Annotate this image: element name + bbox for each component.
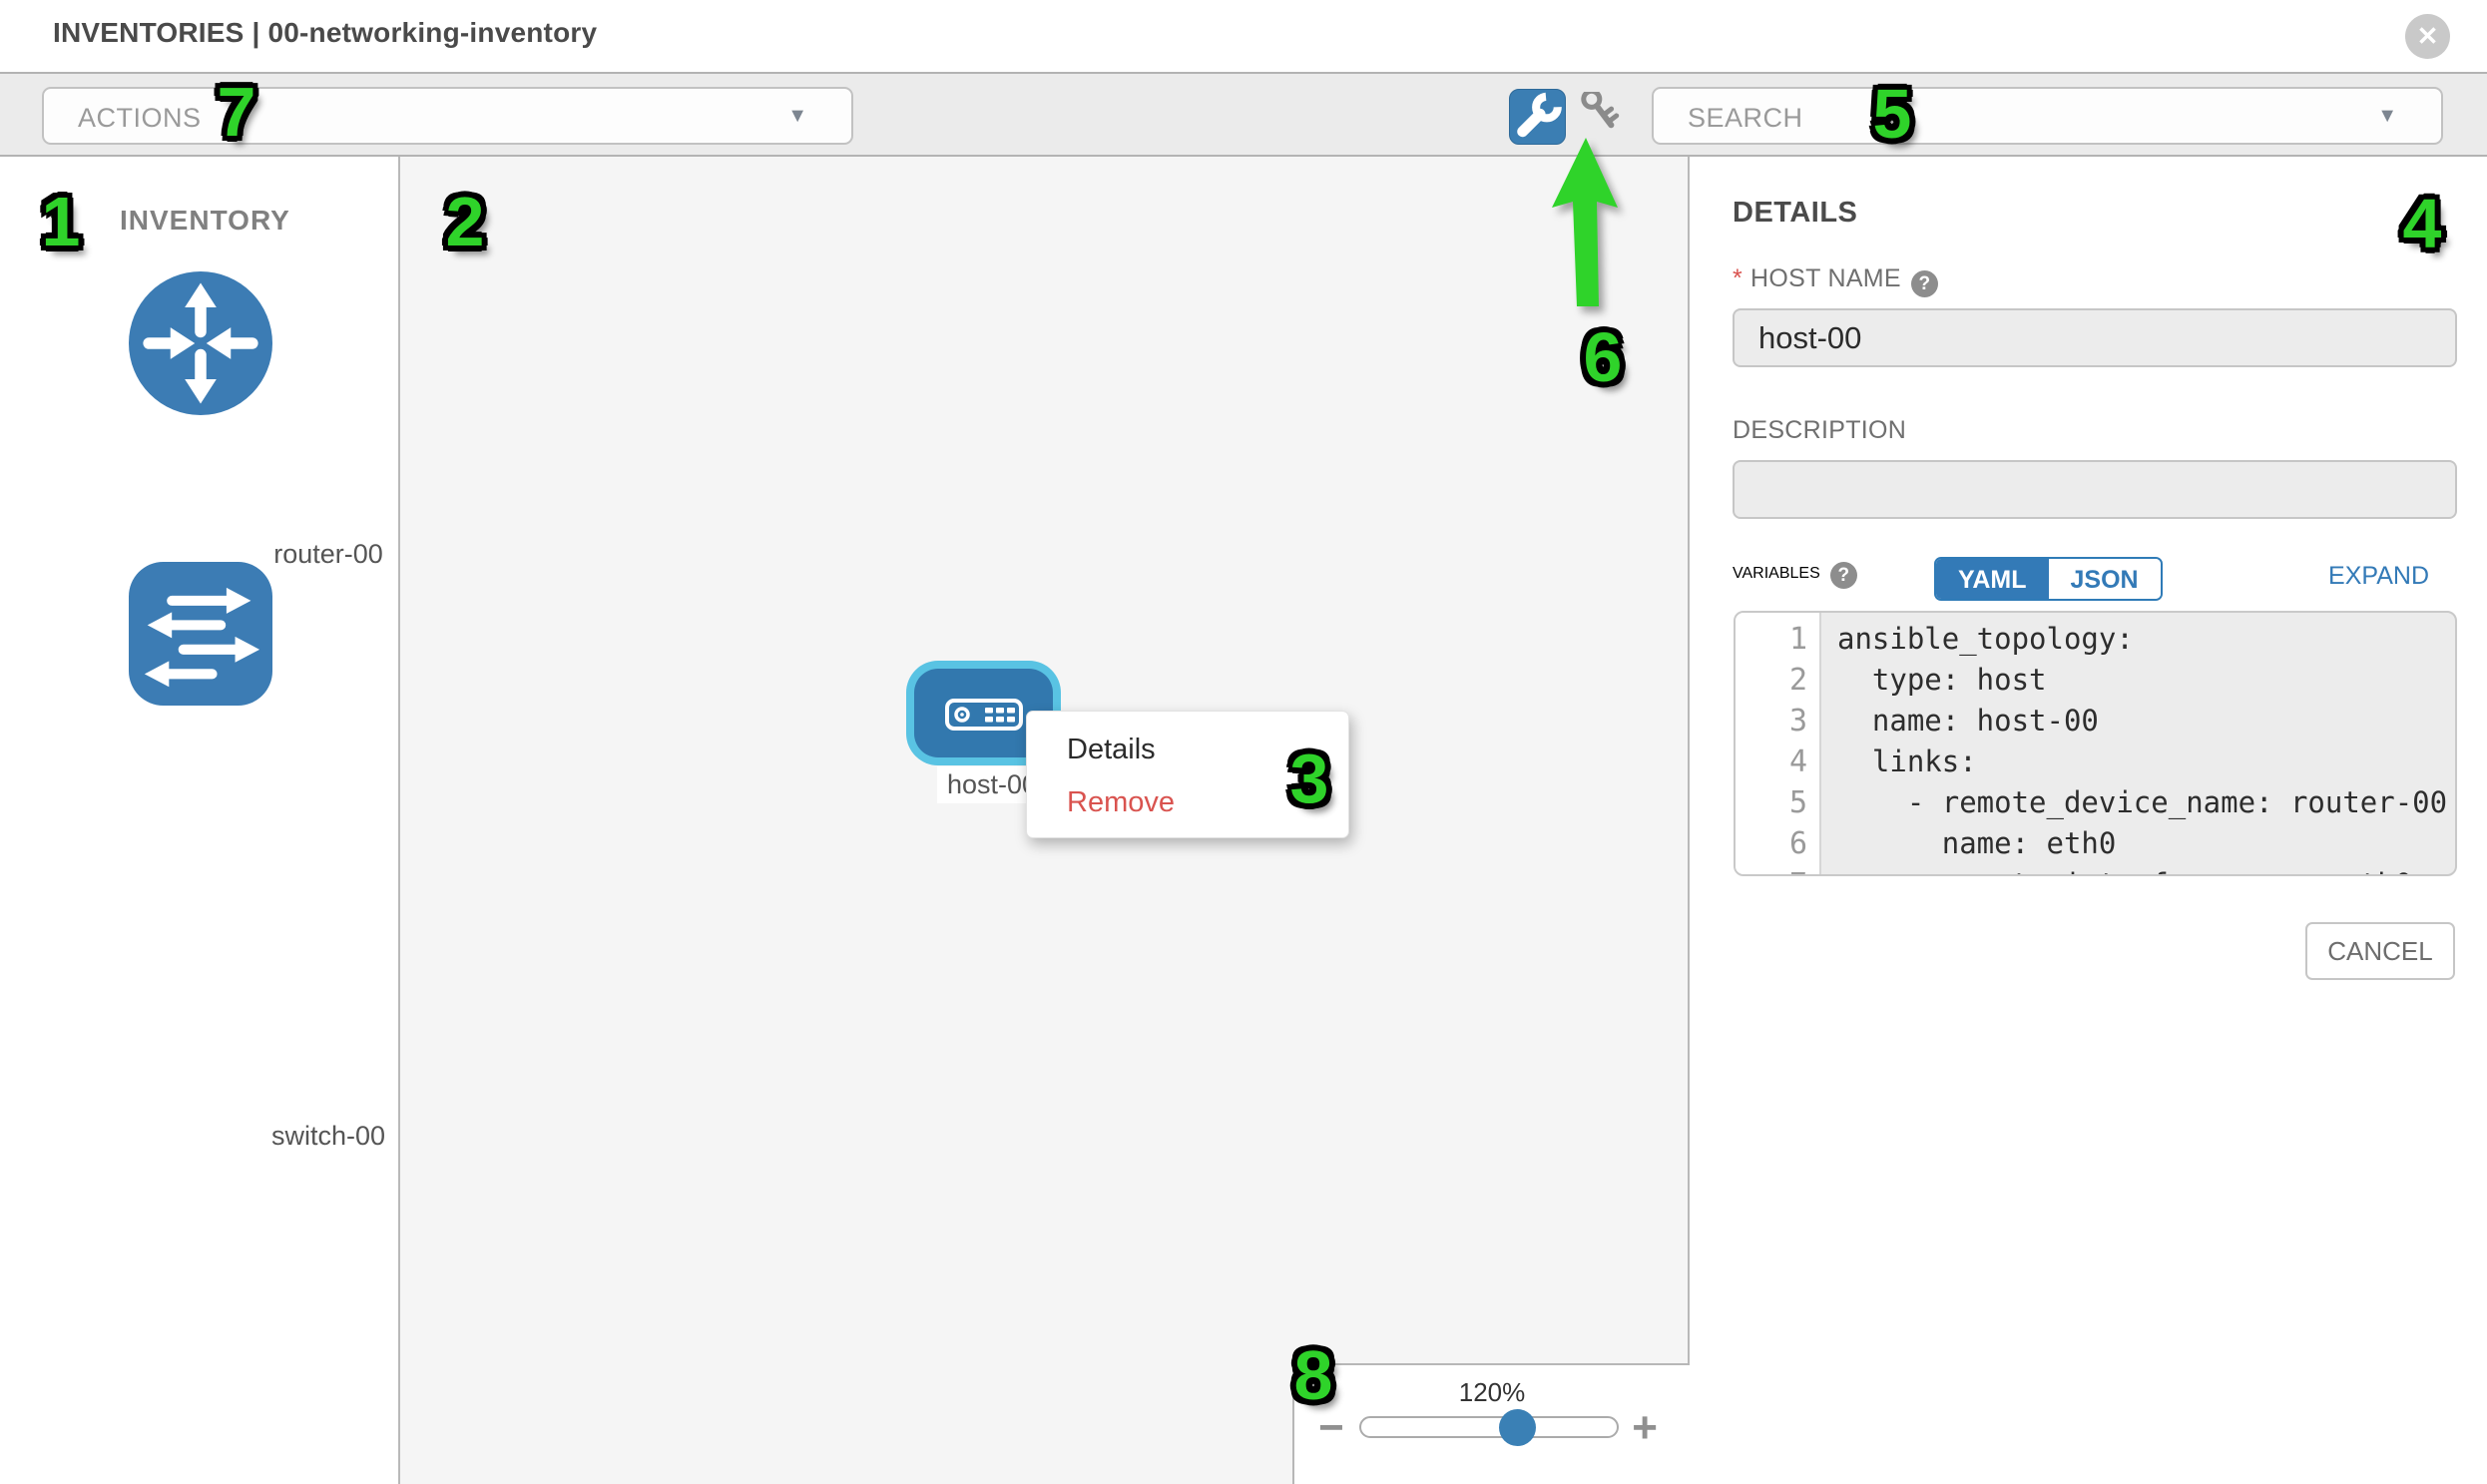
chevron-down-icon: ▼ [787, 105, 807, 128]
code-line: 1ansible_topology: [1823, 619, 2455, 660]
breadcrumb: INVENTORIES | 00-networking-inventory [53, 17, 597, 49]
required-asterisk: * [1733, 264, 1742, 292]
details-panel: DETAILS * HOST NAME? DESCRIPTION VARIABLE… [1690, 157, 2487, 1484]
line-number: 5 [1736, 782, 1807, 823]
line-number: 4 [1736, 742, 1807, 782]
sidebar-title: INVENTORY [120, 205, 290, 237]
router-icon [129, 271, 272, 415]
expand-link[interactable]: EXPAND [2328, 562, 2429, 591]
context-menu-item-remove[interactable]: Remove [1067, 786, 1175, 819]
line-text: name: host-00 [1837, 701, 2099, 742]
details-panel-title: DETAILS [1733, 197, 1857, 230]
annotation-6: 6 [1584, 317, 1623, 397]
line-text: links: [1837, 742, 1977, 782]
search-dropdown-label: SEARCH [1688, 103, 1803, 134]
line-number: 7 [1736, 864, 1807, 876]
annotation-7: 7 [218, 72, 256, 152]
help-icon[interactable]: ? [1830, 562, 1857, 589]
toggle-yaml[interactable]: YAML [1936, 559, 2049, 599]
annotation-5: 5 [1873, 74, 1912, 154]
help-icon[interactable]: ? [1911, 270, 1938, 297]
chevron-down-icon: ▼ [2377, 105, 2397, 128]
host-name-label-row: * HOST NAME? [1733, 264, 1938, 297]
zoom-level-value: 120% [1294, 1377, 1690, 1408]
annotation-1: 1 [42, 182, 81, 261]
device-router[interactable]: router-00 [129, 271, 272, 415]
host-name-field[interactable] [1733, 308, 2457, 367]
topology-canvas[interactable]: host-00 Details Remove 120% − + [400, 157, 1690, 1484]
inventory-topology-screen: INVENTORIES | 00-networking-inventory ✕ … [0, 0, 2487, 1484]
context-menu-item-details[interactable]: Details [1067, 734, 1156, 766]
line-text: remote_interface_name: eth0 [1837, 864, 2412, 876]
description-field[interactable] [1733, 460, 2457, 519]
zoom-slider-handle[interactable] [1499, 1409, 1536, 1446]
header-bar: INVENTORIES | 00-networking-inventory ✕ [0, 0, 2487, 72]
zoom-slider-track[interactable] [1359, 1416, 1619, 1438]
host-name-label: HOST NAME [1750, 264, 1901, 292]
line-number: 6 [1736, 823, 1807, 864]
code-line: 6 name: eth0 [1823, 823, 2455, 864]
code-line: 2 type: host [1823, 660, 2455, 701]
line-number: 2 [1736, 660, 1807, 701]
variables-label: VARIABLES [1733, 565, 1820, 582]
code-line: 5 - remote_device_name: router-00 [1823, 782, 2455, 823]
variables-format-toggle: YAML JSON [1934, 557, 2163, 601]
code-line: 3 name: host-00 [1823, 701, 2455, 742]
line-text: ansible_topology: [1837, 619, 2134, 660]
annotation-3: 3 [1290, 739, 1329, 818]
switch-icon [129, 562, 272, 706]
zoom-in-button[interactable]: + [1632, 1403, 1658, 1453]
annotation-arrow-up-icon [1535, 128, 1639, 313]
annotation-4: 4 [2403, 184, 2442, 263]
annotation-2: 2 [446, 182, 485, 261]
line-text: type: host [1837, 660, 2047, 701]
code-line: 4 links: [1823, 742, 2455, 782]
actions-dropdown[interactable]: ACTIONS ▼ [42, 87, 853, 145]
zoom-control-panel: 120% − + [1292, 1363, 1690, 1484]
code-line: 7 remote_interface_name: eth0 [1823, 864, 2455, 876]
line-number: 3 [1736, 701, 1807, 742]
editor-code-area[interactable]: 1ansible_topology: 2 type: host 3 name: … [1823, 613, 2455, 874]
line-number: 1 [1736, 619, 1807, 660]
host-icon [945, 699, 1023, 731]
variables-row: VARIABLES? YAML JSON EXPAND [1733, 562, 2457, 606]
toggle-json[interactable]: JSON [2049, 559, 2161, 599]
description-label: DESCRIPTION [1733, 416, 1906, 445]
line-text: name: eth0 [1837, 823, 2116, 864]
device-switch[interactable]: switch-00 [129, 562, 272, 706]
inventory-sidebar: INVENTORY router-00 [0, 157, 400, 1484]
close-icon[interactable]: ✕ [2405, 14, 2450, 59]
line-text: - remote_device_name: router-00 [1837, 782, 2447, 823]
cancel-button[interactable]: CANCEL [2305, 922, 2455, 980]
search-dropdown[interactable]: SEARCH ▼ [1652, 87, 2443, 145]
actions-dropdown-label: ACTIONS [78, 103, 202, 134]
toolbar: ACTIONS ▼ SEARCH ▼ [0, 72, 2487, 157]
annotation-8: 8 [1294, 1335, 1333, 1415]
variables-code-editor[interactable]: 1ansible_topology: 2 type: host 3 name: … [1734, 611, 2457, 876]
